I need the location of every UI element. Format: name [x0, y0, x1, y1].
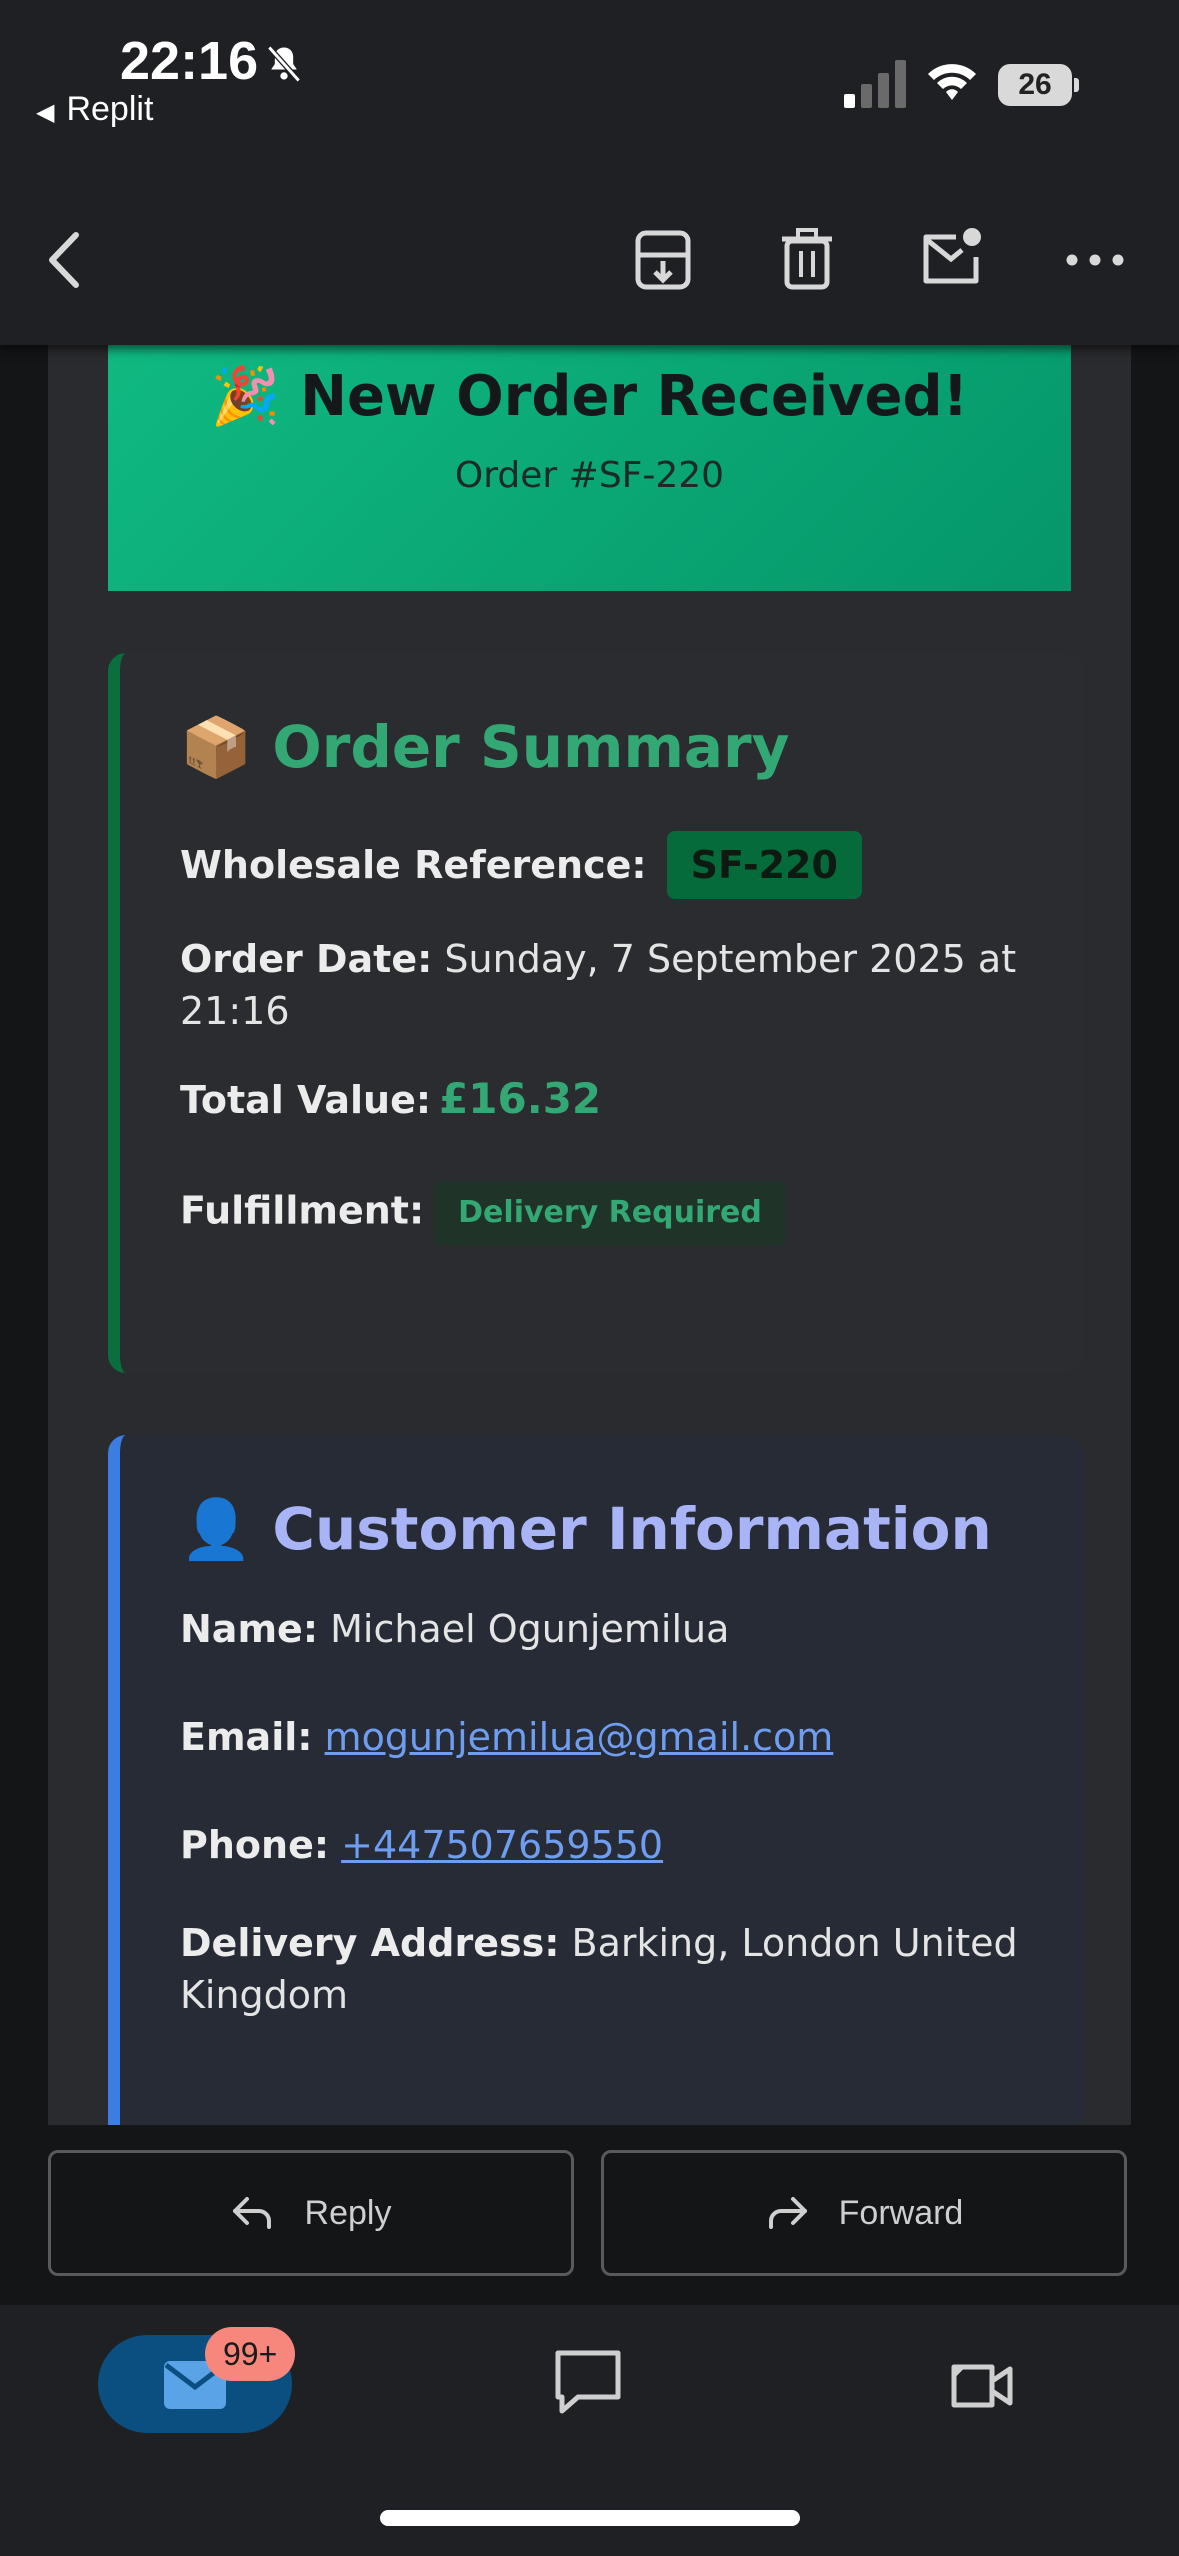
email-body[interactable]: 🎉 New Order Received! Order #SF-220 📦 Or…	[48, 345, 1131, 2125]
customer-info-card: 👤 Customer Information Name: Michael Ogu…	[108, 1435, 1083, 2125]
customer-email-link[interactable]: mogunjemilua@gmail.com	[325, 1715, 834, 1759]
back-chevron-icon[interactable]	[32, 225, 102, 295]
forward-icon	[768, 2197, 807, 2229]
party-icon: 🎉	[210, 364, 281, 429]
order-banner: 🎉 New Order Received! Order #SF-220	[108, 345, 1071, 591]
customer-phone-link[interactable]: +447507659550	[341, 1823, 663, 1867]
reply-button[interactable]: Reply	[48, 2150, 574, 2276]
silent-bell-icon	[267, 45, 301, 83]
package-icon: 📦	[180, 713, 253, 781]
person-icon: 👤	[180, 1495, 253, 1563]
back-to-app-link[interactable]: ◀ Replit	[36, 90, 153, 129]
customer-phone-row: Phone: +447507659550	[180, 1823, 664, 1867]
left-gutter	[0, 345, 48, 2125]
order-summary-card: 📦 Order Summary Wholesale Reference: SF-…	[108, 653, 1083, 1373]
fulfillment-row: Fulfillment: Delivery Required	[180, 1181, 1033, 1245]
reply-icon	[232, 2197, 271, 2229]
wifi-icon	[928, 64, 976, 100]
forward-button[interactable]: Forward	[601, 2150, 1127, 2276]
mark-unread-icon[interactable]	[916, 225, 986, 295]
customer-name-row: Name: Michael Ogunjemilua	[180, 1607, 730, 1651]
cellular-signal-icon	[844, 60, 906, 108]
banner-subtitle: Order #SF-220	[454, 455, 725, 496]
order-summary-heading: 📦 Order Summary	[180, 713, 790, 781]
trash-icon[interactable]	[772, 225, 842, 295]
more-icon[interactable]	[1060, 225, 1130, 295]
reference-badge: SF-220	[666, 831, 862, 899]
customer-email-row: Email: mogunjemilua@gmail.com	[180, 1715, 834, 1759]
customer-name: Michael Ogunjemilua	[330, 1607, 730, 1651]
home-indicator[interactable]	[380, 2510, 800, 2526]
reply-forward-bar: Reply Forward	[0, 2125, 1179, 2305]
unread-count-badge: 99+	[205, 2327, 296, 2381]
reference-row: Wholesale Reference: SF-220	[180, 831, 1033, 899]
status-time: 22:16	[120, 31, 259, 91]
meet-tab-icon[interactable]	[946, 2349, 1018, 2421]
banner-title: 🎉 New Order Received!	[210, 364, 969, 429]
customer-info-heading: 👤 Customer Information	[180, 1495, 992, 1563]
order-date-row: Order Date: Sunday, 7 September 2025 at …	[180, 937, 1017, 1033]
delivery-address-row: Delivery Address: Barking, London United…	[180, 1921, 1018, 2017]
fulfillment-badge: Delivery Required	[434, 1181, 786, 1245]
battery-indicator: 26	[998, 64, 1079, 108]
top-bar: 22:16 ◀ Replit 26	[0, 0, 1179, 345]
chat-tab-icon[interactable]	[550, 2345, 626, 2421]
right-gutter	[1131, 345, 1179, 2125]
total-value: £16.32	[439, 1074, 602, 1123]
archive-icon[interactable]	[628, 225, 698, 295]
total-value-row: Total Value: £16.32	[180, 1074, 602, 1123]
